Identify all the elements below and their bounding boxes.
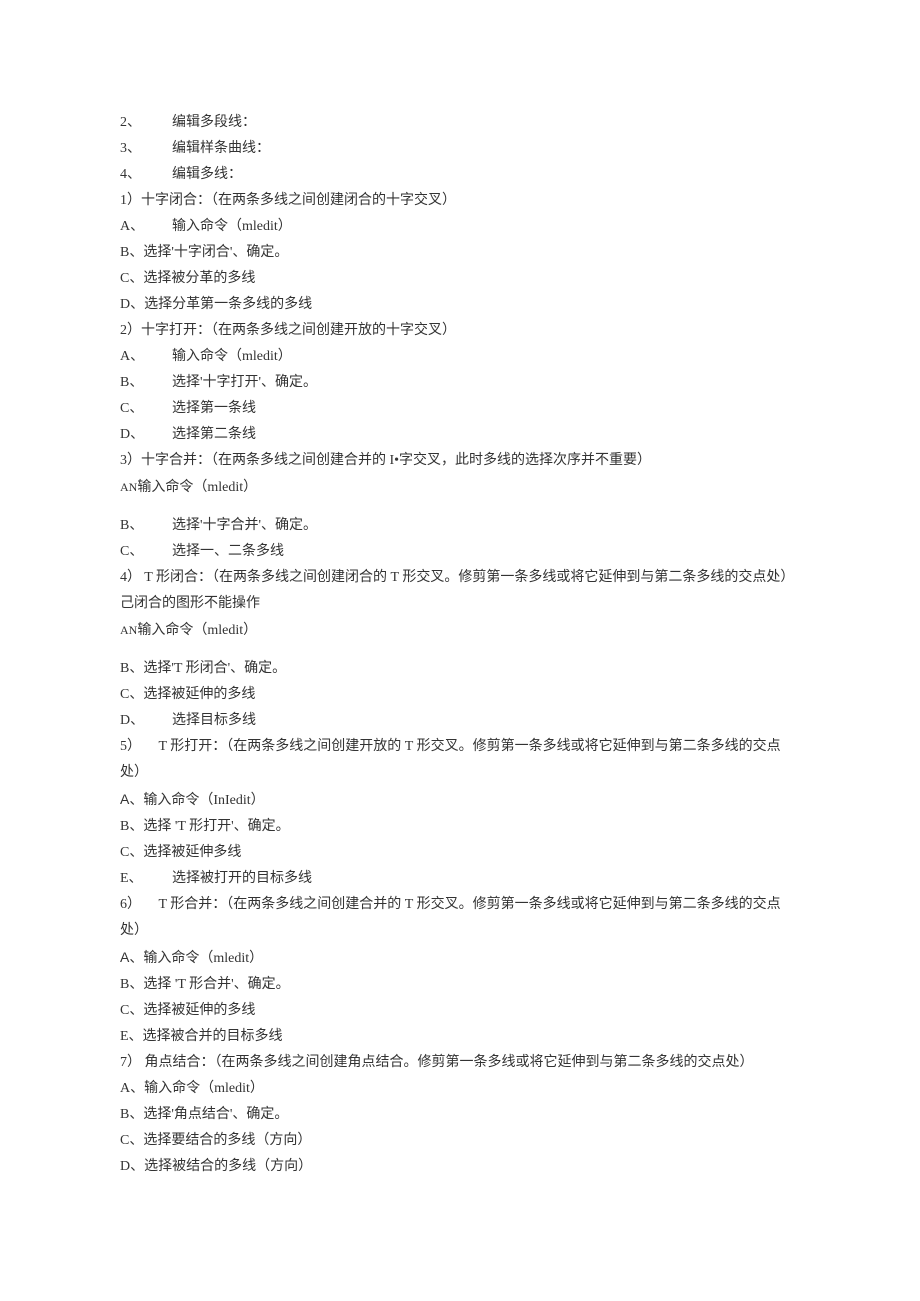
text-line: 7） 角点结合：（在两条多线之间创建角点结合。修剪第一条多线或将它延伸到与第二条… <box>120 1050 800 1076</box>
document-body: 2、编辑多段线： 3、编辑样条曲线： 4、编辑多线： 1）十字闭合：（在两条多线… <box>120 110 800 1180</box>
text-line: C、选择被延伸的多线 <box>120 998 800 1024</box>
list-marker: C、 <box>120 539 172 565</box>
text-line: B、选择'十字合并'、确定。 <box>120 513 800 539</box>
text-line: C、选择被延伸多线 <box>120 840 800 866</box>
text-line: 3）十字合并：（在两条多线之间创建合并的 I•字交叉，此时多线的选择次序并不重要… <box>120 448 800 474</box>
text-line: B、选择'T 形闭合'、确定。 <box>120 656 800 682</box>
text-line: B、选择'十字闭合'、确定。 <box>120 240 800 266</box>
text-line: 1）十字闭合：（在两条多线之间创建闭合的十字交叉） <box>120 188 800 214</box>
text-line: D、选择分革第一条多线的多线 <box>120 292 800 318</box>
list-text: 编辑样条曲线： <box>172 141 270 156</box>
text-line: A、输入命令（mledit） <box>120 944 800 972</box>
list-marker: D、 <box>120 708 172 734</box>
text-line: D、选择被结合的多线（方向） <box>120 1154 800 1180</box>
text-line: E、选择被打开的目标多线 <box>120 866 800 892</box>
list-text: 编辑多线： <box>172 167 242 182</box>
text-line: B、选择'十字打开'、确定。 <box>120 370 800 396</box>
text-line: 5） T 形打开：（在两条多线之间创建开放的 T 形交叉。修剪第一条多线或将它延… <box>120 734 800 786</box>
list-text: 选择'十字合并'、确定。 <box>172 518 317 533</box>
text-line: A、输入命令（mledit） <box>120 1076 800 1102</box>
list-marker: 4、 <box>120 162 172 188</box>
list-text: 、输入命令（InIedit） <box>129 793 264 808</box>
text-line: D、选择目标多线 <box>120 708 800 734</box>
text-line: 4） T 形闭合：（在两条多线之间创建闭合的 T 形交叉。修剪第一条多线或将它延… <box>120 565 800 617</box>
text-line: B、选择 'T 形打开'、确定。 <box>120 814 800 840</box>
list-text: 输入命令（mledit） <box>172 219 292 234</box>
text-line: A、输入命令（mledit） <box>120 214 800 240</box>
list-text: 、输入命令（mledit） <box>129 951 263 966</box>
text-line: C、选择被延伸的多线 <box>120 682 800 708</box>
text-line: B、选择'角点结合'、确定。 <box>120 1102 800 1128</box>
list-marker: B、 <box>120 513 172 539</box>
list-text: 编辑多段线： <box>172 115 256 130</box>
list-marker: A <box>120 791 129 807</box>
list-marker: A、 <box>120 214 172 240</box>
text-line: C、选择一、二条多线 <box>120 539 800 565</box>
list-text: 输入命令（mledit） <box>172 349 292 364</box>
text-line: D、选择第二条线 <box>120 422 800 448</box>
list-text: 选择'十字打开'、确定。 <box>172 375 317 390</box>
list-marker: C、 <box>120 396 172 422</box>
list-text: 选择第二条线 <box>172 427 256 442</box>
text-line: 2）十字打开：（在两条多线之间创建开放的十字交叉） <box>120 318 800 344</box>
text-line: B、选择 'T 形合并'、确定。 <box>120 972 800 998</box>
text-line: 2、编辑多段线： <box>120 110 800 136</box>
text-line: 4、编辑多线： <box>120 162 800 188</box>
list-marker: 3、 <box>120 136 172 162</box>
text-line: A、输入命令（InIedit） <box>120 786 800 814</box>
list-text: 输入命令（mledit） <box>137 480 257 495</box>
text-line: 3、编辑样条曲线： <box>120 136 800 162</box>
text-line: C、选择要结合的多线（方向） <box>120 1128 800 1154</box>
text-line: AN输入命令（mledit） <box>120 617 800 644</box>
list-marker: E、 <box>120 866 172 892</box>
list-text: 选择一、二条多线 <box>172 544 284 559</box>
list-marker: A <box>120 949 129 965</box>
spacer <box>120 644 800 656</box>
spacer <box>120 501 800 513</box>
an-label: A <box>120 480 129 494</box>
list-marker: D、 <box>120 422 172 448</box>
text-line: E、选择被合并的目标多线 <box>120 1024 800 1050</box>
list-marker: A、 <box>120 344 172 370</box>
text-line: C、选择第一条线 <box>120 396 800 422</box>
list-marker: B、 <box>120 370 172 396</box>
text-line: 6） T 形合并：（在两条多线之间创建合并的 T 形交叉。修剪第一条多线或将它延… <box>120 892 800 944</box>
text-line: A、输入命令（mledit） <box>120 344 800 370</box>
list-text: 选择被打开的目标多线 <box>172 871 312 886</box>
list-text: 选择第一条线 <box>172 401 256 416</box>
text-line: C、选择被分革的多线 <box>120 266 800 292</box>
list-text: 选择目标多线 <box>172 713 256 728</box>
list-marker: 2、 <box>120 110 172 136</box>
an-label: A <box>120 623 129 637</box>
list-text: 输入命令（mledit） <box>137 623 257 638</box>
text-line: AN输入命令（mledit） <box>120 474 800 501</box>
